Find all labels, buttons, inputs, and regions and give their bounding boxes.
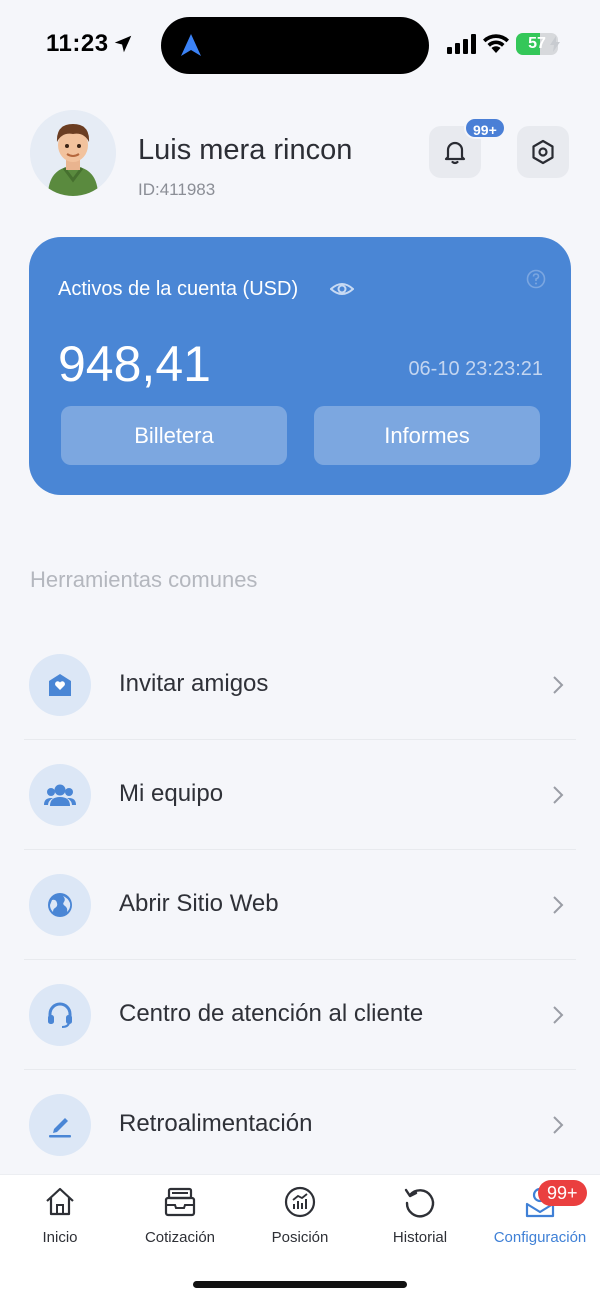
account-card: Activos de la cuenta (USD) 948,41 06-10 … <box>29 237 571 495</box>
chevron-right-icon <box>553 786 564 804</box>
tool-item-customer-service[interactable]: Centro de atención al cliente <box>24 960 576 1070</box>
tool-item-open-website[interactable]: Abrir Sitio Web <box>24 850 576 960</box>
tool-label: Centro de atención al cliente <box>119 1000 424 1027</box>
user-id: ID:411983 <box>138 180 216 199</box>
signal-icon <box>447 34 476 54</box>
home-icon <box>46 1187 74 1216</box>
wallet-button[interactable]: Billetera <box>61 406 287 465</box>
notification-badge: 99+ <box>464 117 506 139</box>
clock: 11:23 <box>46 30 109 57</box>
help-icon[interactable] <box>526 269 546 289</box>
team-icon <box>29 764 91 826</box>
tab-label: Cotización <box>144 1229 216 1246</box>
charging-bolt-icon <box>550 36 560 52</box>
reports-button[interactable]: Informes <box>314 406 540 465</box>
quote-icon <box>164 1187 196 1217</box>
tools-section-title: Herramientas comunes <box>30 567 258 592</box>
settings-button[interactable] <box>517 126 569 178</box>
tool-item-invite-friends[interactable]: Invitar amigos <box>24 630 576 740</box>
chevron-right-icon <box>553 896 564 914</box>
chevron-right-icon <box>553 1116 564 1134</box>
tab-historial[interactable]: Historial <box>360 1185 480 1255</box>
tool-label: Invitar amigos <box>119 670 269 697</box>
tab-cotizacion[interactable]: Cotización <box>120 1185 240 1255</box>
balance-timestamp: 06-10 23:23:21 <box>408 358 543 380</box>
chart-icon <box>284 1186 316 1218</box>
tab-label: Configuración <box>493 1229 587 1246</box>
avatar-illustration <box>30 110 116 196</box>
tool-label: Mi equipo <box>119 780 224 807</box>
tool-item-feedback[interactable]: Retroalimentación <box>24 1070 576 1180</box>
eye-icon[interactable] <box>330 279 354 299</box>
user-name: Luis mera rincon <box>138 134 353 166</box>
tool-label: Retroalimentación <box>119 1110 313 1137</box>
account-balance: 948,41 <box>58 336 211 392</box>
wifi-icon <box>483 34 509 53</box>
tab-badge: 99+ <box>538 1180 587 1206</box>
globe-icon <box>29 874 91 936</box>
status-bar: 11:23 57 <box>0 0 600 90</box>
pen-icon <box>29 1094 91 1156</box>
invite-icon <box>29 654 91 716</box>
tab-label: Historial <box>392 1229 448 1246</box>
navigation-icon <box>181 34 201 56</box>
tab-inicio[interactable]: Inicio <box>0 1185 120 1255</box>
tab-label: Inicio <box>42 1229 78 1246</box>
account-label: Activos de la cuenta (USD) <box>58 278 299 300</box>
history-icon <box>404 1188 435 1218</box>
home-indicator[interactable] <box>193 1281 407 1288</box>
headset-icon <box>29 984 91 1046</box>
settings-hexagon-icon <box>532 139 554 165</box>
tool-label: Abrir Sitio Web <box>119 890 279 917</box>
chevron-right-icon <box>553 1006 564 1024</box>
tab-label: Posición <box>271 1229 329 1246</box>
tab-posicion[interactable]: Posición <box>240 1185 360 1255</box>
tool-item-my-team[interactable]: Mi equipo <box>24 740 576 850</box>
bell-icon <box>444 141 466 165</box>
location-arrow-icon <box>114 35 132 53</box>
chevron-right-icon <box>553 676 564 694</box>
avatar[interactable] <box>30 110 116 196</box>
